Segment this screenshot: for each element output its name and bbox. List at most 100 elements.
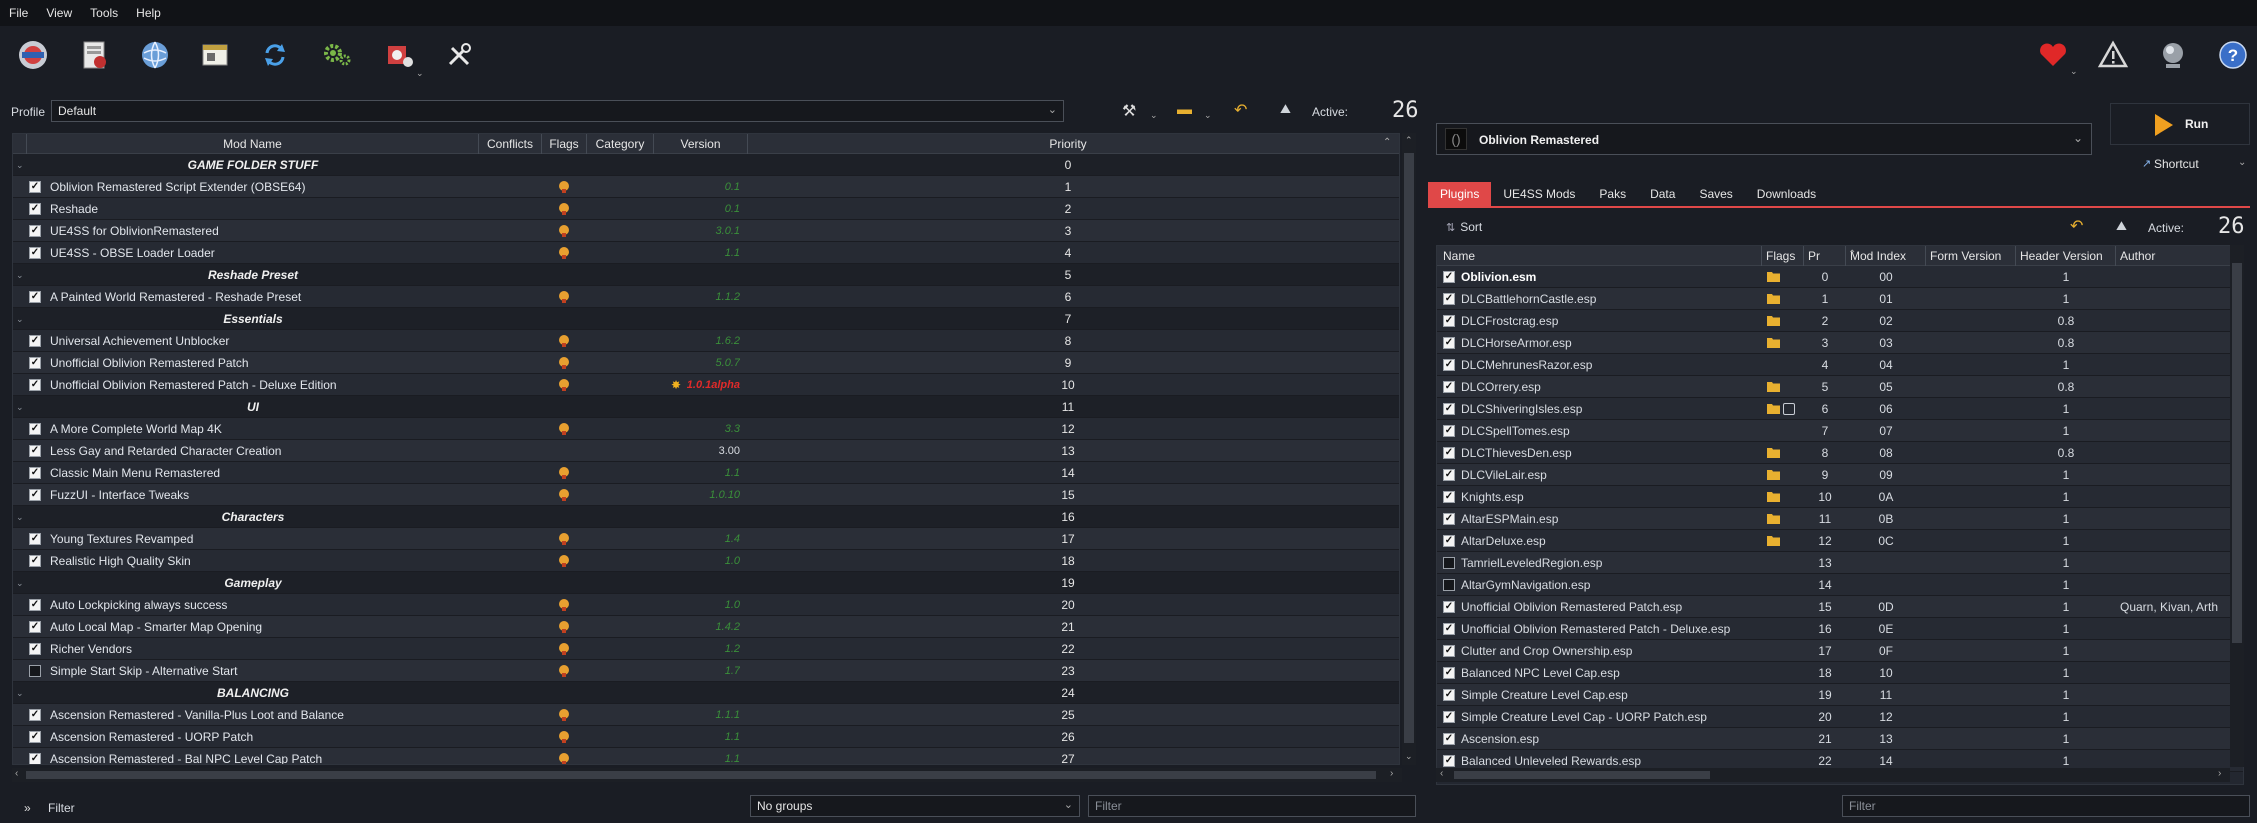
tab-data[interactable]: Data	[1638, 182, 1687, 206]
plugin-row[interactable]: ✓ DLCVileLair.esp 9 09 1	[1437, 464, 2243, 486]
collapse-chevron-icon[interactable]: ⌄	[16, 682, 24, 704]
plugin-enabled-checkbox[interactable]: ✓	[1443, 733, 1455, 745]
plugin-row[interactable]: ✓ Knights.esp 10 0A 1	[1437, 486, 2243, 508]
mod-row[interactable]: ✓ Unofficial Oblivion Remastered Patch - …	[13, 374, 1399, 396]
plugin-list-hscroll[interactable]: ‹ ›	[1436, 768, 2230, 782]
mod-enabled-checkbox[interactable]: ✓	[29, 203, 41, 215]
col-form-version[interactable]: Form Version	[1926, 246, 2016, 266]
mod-enabled-checkbox[interactable]: ✓	[29, 467, 41, 479]
plugin-enabled-checkbox[interactable]: ✓	[1443, 271, 1455, 283]
mod-row[interactable]: ✓ Ascension Remastered - Bal NPC Level Ca…	[13, 748, 1399, 764]
tab-saves[interactable]: Saves	[1687, 182, 1744, 206]
mod-enabled-checkbox[interactable]: ✓	[29, 709, 41, 721]
open-folder-icon[interactable]: ▬	[1177, 101, 1192, 118]
mod-row[interactable]: ✓ Universal Achievement Unblocker 1.6.2 8	[13, 330, 1399, 352]
plugin-list-vscroll[interactable]	[2230, 245, 2244, 767]
tab-downloads[interactable]: Downloads	[1745, 182, 1828, 206]
mod-row[interactable]: ✓ Auto Local Map - Smarter Map Opening 1.4…	[13, 616, 1399, 638]
help-icon[interactable]: ?	[2212, 34, 2254, 76]
scroll-right-icon[interactable]: ›	[2218, 768, 2221, 779]
scroll-left-icon[interactable]: ‹	[15, 768, 18, 779]
profile-select[interactable]: Default ⌄	[51, 100, 1064, 122]
col-plugin-flags[interactable]: Flags	[1762, 246, 1804, 266]
mod-row[interactable]: ✓ Unofficial Oblivion Remastered Patch 5.0…	[13, 352, 1399, 374]
scroll-down-icon[interactable]: ⌄	[1405, 751, 1413, 762]
collapse-chevron-icon[interactable]: ⌄	[16, 506, 24, 528]
run-button[interactable]: Run	[2110, 103, 2250, 145]
plugin-enabled-checkbox[interactable]: ✓	[1443, 557, 1455, 569]
settings-icon[interactable]	[316, 34, 358, 76]
scroll-left-icon[interactable]: ‹	[1440, 768, 1443, 779]
plugin-row[interactable]: ✓ Unofficial Oblivion Remastered Patch - …	[1437, 618, 2243, 640]
plugin-row[interactable]: ✓ TamrielLeveledRegion.esp 13 1	[1437, 552, 2243, 574]
menu-view[interactable]: View	[37, 6, 81, 20]
plugin-enabled-checkbox[interactable]: ✓	[1443, 315, 1455, 327]
refresh-icon[interactable]	[254, 34, 296, 76]
scroll-up-icon[interactable]: ⌃	[1405, 135, 1413, 146]
plugins-tools-dropdown-icon[interactable]: ⌄	[416, 68, 424, 79]
scroll-right-icon[interactable]: ›	[1390, 768, 1393, 779]
col-mod-name[interactable]: Mod Name	[27, 134, 479, 154]
mod-enabled-checkbox[interactable]: ✓	[29, 181, 41, 193]
tools-menu-dropdown-icon[interactable]: ⌄	[1150, 110, 1158, 121]
tab-plugins[interactable]: Plugins	[1428, 182, 1492, 206]
plugin-enabled-checkbox[interactable]: ✓	[1443, 667, 1455, 679]
plugin-row[interactable]: ✓ DLCThievesDen.esp 8 08 0.8	[1437, 442, 2243, 464]
mod-enabled-checkbox[interactable]: ✓	[29, 291, 41, 303]
mod-enabled-checkbox[interactable]: ✓	[29, 423, 41, 435]
mod-enabled-checkbox[interactable]: ✓	[29, 533, 41, 545]
shortcut-button[interactable]: ↗ Shortcut ⌄	[2110, 153, 2250, 175]
plugin-enabled-checkbox[interactable]: ✓	[1443, 293, 1455, 305]
mod-enabled-checkbox[interactable]: ✓	[29, 445, 41, 457]
nexus-icon[interactable]	[134, 34, 176, 76]
mod-enabled-checkbox[interactable]: ✓	[29, 379, 41, 391]
tab-paks[interactable]: Paks	[1587, 182, 1638, 206]
mod-enabled-checkbox[interactable]: ✓	[29, 357, 41, 369]
mod-row[interactable]: ✓ Classic Main Menu Remastered 1.1 14	[13, 462, 1399, 484]
plugin-row[interactable]: ✓ AltarESPMain.esp 11 0B 1	[1437, 508, 2243, 530]
col-plugin-priority[interactable]: Pr	[1804, 246, 1846, 266]
collapse-chevron-icon[interactable]: ⌄	[16, 308, 24, 330]
plugin-row[interactable]: ✓ Simple Creature Level Cap - UORP Patch.…	[1437, 706, 2243, 728]
mod-enabled-checkbox[interactable]: ✓	[29, 335, 41, 347]
plugin-row[interactable]: ✓ DLCFrostcrag.esp 2 02 0.8	[1437, 310, 2243, 332]
instances-icon[interactable]	[12, 34, 54, 76]
menu-help[interactable]: Help	[127, 6, 170, 20]
plugin-enabled-checkbox[interactable]: ✓	[1443, 601, 1455, 613]
plugin-row[interactable]: ✓ Ascension.esp 21 13 1	[1437, 728, 2243, 750]
endorse-dropdown-icon[interactable]: ⌄	[2070, 66, 2078, 77]
collapse-chevron-icon[interactable]: ⌄	[16, 154, 24, 176]
col-flags[interactable]: Flags	[542, 134, 587, 154]
mod-row[interactable]: ✓ A Painted World Remastered - Reshade Pr…	[13, 286, 1399, 308]
plugin-row[interactable]: ✓ Clutter and Crop Ownership.esp 17 0F 1	[1437, 640, 2243, 662]
backup-plugins-icon[interactable]: ⛰	[2116, 218, 2127, 234]
executable-select[interactable]: () Oblivion Remastered ⌄	[1436, 123, 2092, 155]
plugin-enabled-checkbox[interactable]: ✓	[1443, 645, 1455, 657]
mod-row[interactable]: ✓ Reshade 0.1 2	[13, 198, 1399, 220]
collapse-chevron-icon[interactable]: ⌄	[16, 396, 24, 418]
col-author[interactable]: Author	[2116, 246, 2243, 266]
menu-file[interactable]: File	[0, 6, 37, 20]
plugin-enabled-checkbox[interactable]: ✓	[1443, 535, 1455, 547]
plugin-row[interactable]: ✓ DLCOrrery.esp 5 05 0.8	[1437, 376, 2243, 398]
separator-row[interactable]: ⌄ UI 11	[13, 396, 1399, 418]
tab-ue4ss-mods[interactable]: UE4SS Mods	[1491, 182, 1587, 206]
mod-row[interactable]: ✓ Ascension Remastered - UORP Patch 1.1 26	[13, 726, 1399, 748]
mod-enabled-checkbox[interactable]: ✓	[29, 731, 41, 743]
mod-enabled-checkbox[interactable]: ✓	[29, 753, 41, 764]
mod-list-vscroll[interactable]: ⌃ ⌄	[1402, 133, 1416, 765]
plugin-row[interactable]: ✓ AltarGymNavigation.esp 14 1	[1437, 574, 2243, 596]
backup-icon[interactable]: ⛰	[1280, 101, 1291, 117]
mod-enabled-checkbox[interactable]: ✓	[29, 599, 41, 611]
executables-icon[interactable]	[194, 34, 236, 76]
groups-select[interactable]: No groups ⌄	[750, 795, 1080, 817]
plugin-row[interactable]: ✓ Unofficial Oblivion Remastered Patch.es…	[1437, 596, 2243, 618]
col-conflicts[interactable]: Conflicts	[479, 134, 542, 154]
mod-row[interactable]: ✓ Young Textures Revamped 1.4 17	[13, 528, 1399, 550]
mod-enabled-checkbox[interactable]: ✓	[29, 555, 41, 567]
col-mod-index[interactable]: Mod Index	[1846, 246, 1926, 266]
menu-tools[interactable]: Tools	[81, 6, 127, 20]
collapse-chevron-icon[interactable]: ⌄	[16, 264, 24, 286]
open-folder-dropdown-icon[interactable]: ⌄	[1204, 110, 1212, 121]
mod-row[interactable]: ✓ Realistic High Quality Skin 1.0 18	[13, 550, 1399, 572]
